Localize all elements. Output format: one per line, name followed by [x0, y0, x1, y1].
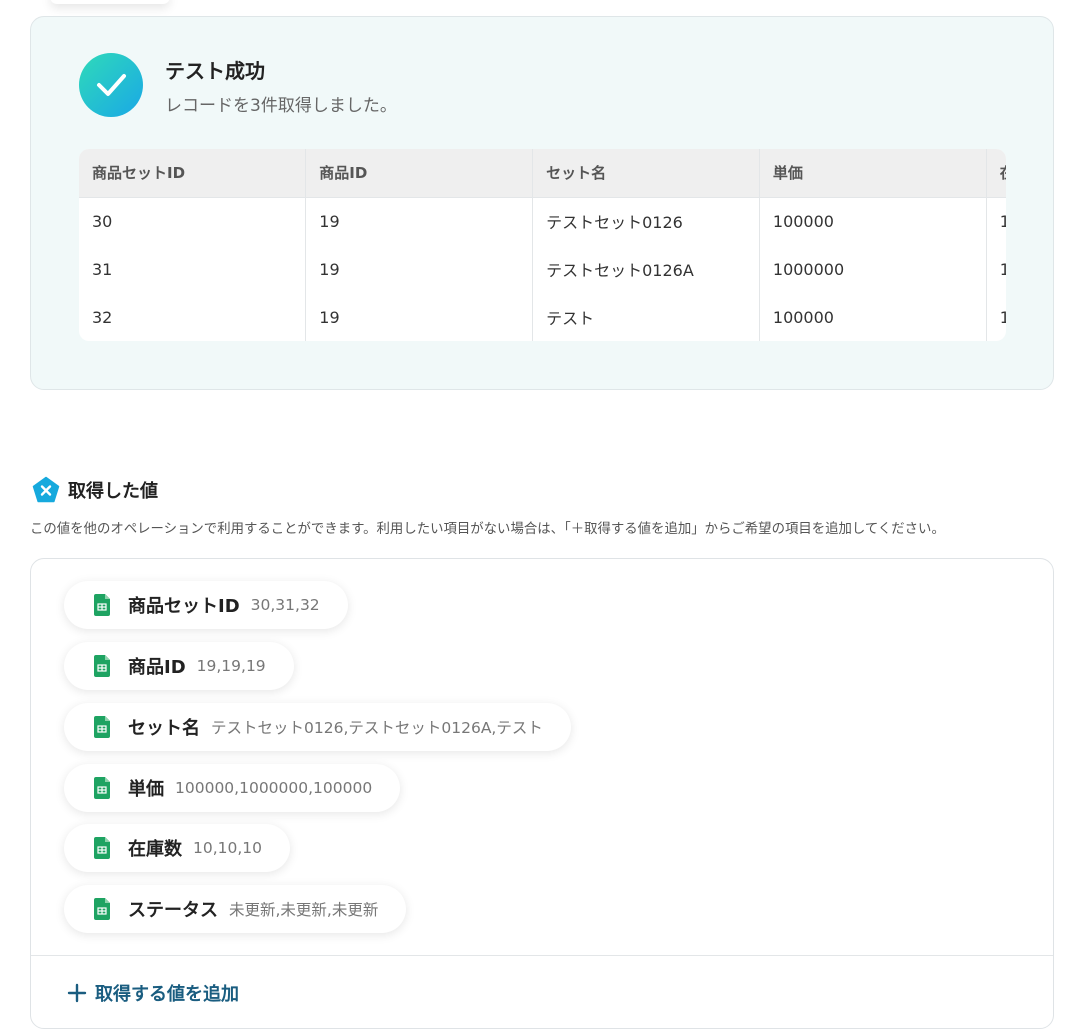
table-cell: 10 — [986, 245, 1006, 293]
chip-values: 100000,1000000,100000 — [175, 779, 373, 797]
table-cell: 31 — [79, 245, 307, 293]
previous-element-shadow — [50, 0, 170, 4]
chip-label: 商品ID — [128, 657, 186, 678]
value-chip-stock[interactable]: 在庫数 10,10,10 — [64, 824, 291, 872]
chip-values: 19,19,19 — [196, 657, 266, 675]
table-row: 30 19 テストセット0126 100000 10 — [79, 197, 1006, 245]
check-circle-icon — [79, 53, 143, 117]
table-header-row: 商品セットID 商品ID セット名 単価 在庫数 — [79, 149, 1006, 198]
card-divider — [31, 955, 1053, 956]
chip-values: テストセット0126,テストセット0126A,テスト — [211, 719, 543, 737]
table-cell: テストセット0126A — [532, 245, 760, 293]
value-chip-unit-price[interactable]: 単価 100000,1000000,100000 — [64, 764, 401, 812]
google-sheets-icon — [94, 898, 110, 920]
retrieved-values-card: 商品セットID 30,31,32 商品ID 19,19,19 セット名 テストセ… — [30, 558, 1054, 1029]
pentagon-x-icon — [32, 476, 60, 503]
value-chip-set-id[interactable]: 商品セットID 30,31,32 — [64, 581, 348, 629]
chip-values: 10,10,10 — [193, 839, 263, 857]
table-cell: 100000 — [759, 293, 987, 341]
table-cell: 10 — [986, 197, 1006, 245]
chip-label: 商品セットID — [128, 596, 240, 617]
value-chip-status[interactable]: ステータス 未更新,未更新,未更新 — [64, 885, 407, 933]
result-title: テスト成功 — [165, 59, 265, 83]
table-cell: テスト — [532, 293, 760, 341]
google-sheets-icon — [94, 655, 110, 677]
column-header: 商品ID — [305, 149, 534, 198]
table-cell: 19 — [305, 197, 534, 245]
table-cell: 10 — [986, 293, 1006, 341]
table-row: 31 19 テストセット0126A 1000000 10 — [79, 245, 1006, 293]
chip-label: セット名 — [128, 718, 200, 739]
table-cell: 32 — [79, 293, 307, 341]
table-cell: 19 — [305, 245, 534, 293]
google-sheets-icon — [94, 837, 110, 859]
chip-label: ステータス — [128, 900, 218, 921]
add-value-button[interactable]: 取得する値を追加 — [67, 979, 239, 1007]
table-cell: 19 — [305, 293, 534, 341]
value-chip-set-name[interactable]: セット名 テストセット0126,テストセット0126A,テスト — [64, 703, 571, 751]
plus-icon — [67, 983, 87, 1003]
google-sheets-icon — [94, 594, 110, 616]
section-description: この値を他のオペレーションで利用することができます。利用したい項目がない場合は、… — [30, 522, 945, 537]
table-cell: 30 — [79, 197, 307, 245]
chip-values: 30,31,32 — [250, 596, 320, 614]
value-chip-product-id[interactable]: 商品ID 19,19,19 — [64, 642, 294, 690]
chip-label: 単価 — [128, 779, 164, 800]
chip-values: 未更新,未更新,未更新 — [229, 901, 379, 919]
table-cell: 100000 — [759, 197, 987, 245]
google-sheets-icon — [94, 777, 110, 799]
column-header: 単価 — [759, 149, 987, 198]
column-header: 在庫数 — [986, 149, 1006, 198]
column-header: セット名 — [532, 149, 760, 198]
google-sheets-icon — [94, 716, 110, 738]
chip-label: 在庫数 — [128, 839, 182, 860]
table-cell: 1000000 — [759, 245, 987, 293]
section-header: 取得した値 — [32, 476, 158, 504]
records-table[interactable]: 商品セットID 商品ID セット名 単価 在庫数 30 19 テストセット012… — [79, 149, 1006, 341]
table-cell: テストセット0126 — [532, 197, 760, 245]
column-header: 商品セットID — [79, 149, 307, 198]
test-result-card: テスト成功 レコードを3件取得しました。 商品セットID 商品ID セット名 単… — [30, 16, 1054, 390]
table-row: 32 19 テスト 100000 10 — [79, 293, 1006, 341]
add-value-label: 取得する値を追加 — [95, 984, 239, 1005]
result-subtitle: レコードを3件取得しました。 — [165, 96, 397, 116]
section-title: 取得した値 — [68, 481, 158, 502]
